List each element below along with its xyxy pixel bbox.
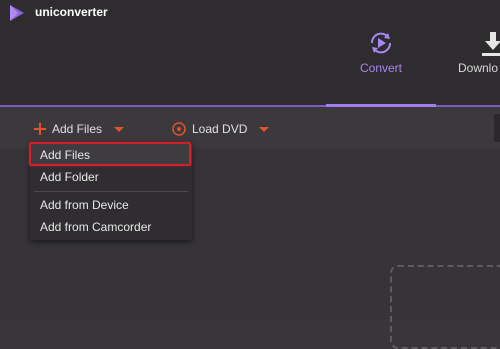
- convert-icon: [370, 32, 392, 54]
- chevron-down-icon[interactable]: [114, 126, 125, 132]
- drop-zone[interactable]: [390, 265, 500, 349]
- app-title: uniconverter: [35, 5, 108, 19]
- plus-icon: [34, 123, 46, 135]
- menu-item-add-from-camcorder[interactable]: Add from Camcorder: [30, 216, 192, 238]
- tab-download[interactable]: Downlo: [458, 28, 500, 88]
- menu-item-add-from-device[interactable]: Add from Device: [30, 194, 192, 216]
- load-dvd-button[interactable]: Load DVD: [172, 119, 270, 139]
- title-bar: uniconverter Convert Downlo: [0, 0, 500, 107]
- tab-convert-label: Convert: [359, 61, 403, 75]
- tab-download-label: Downlo: [458, 61, 499, 75]
- load-dvd-label: Load DVD: [192, 122, 248, 136]
- menu-item-label: Add Folder: [40, 170, 99, 184]
- add-files-button[interactable]: Add Files: [34, 119, 125, 139]
- menu-item-label: Add from Device: [40, 198, 129, 212]
- menu-item-label: Add from Camcorder: [40, 220, 152, 234]
- chevron-down-icon[interactable]: [259, 126, 270, 132]
- menu-item-add-folder[interactable]: Add Folder: [30, 166, 192, 188]
- disc-icon: [172, 122, 186, 136]
- highlight-box: [29, 142, 191, 166]
- download-icon: [482, 32, 500, 56]
- app-logo-icon: [10, 5, 24, 21]
- toolbar-right-control[interactable]: [494, 114, 500, 142]
- menu-divider: [34, 191, 188, 192]
- add-files-label: Add Files: [52, 122, 103, 136]
- tab-convert[interactable]: Convert: [350, 28, 412, 88]
